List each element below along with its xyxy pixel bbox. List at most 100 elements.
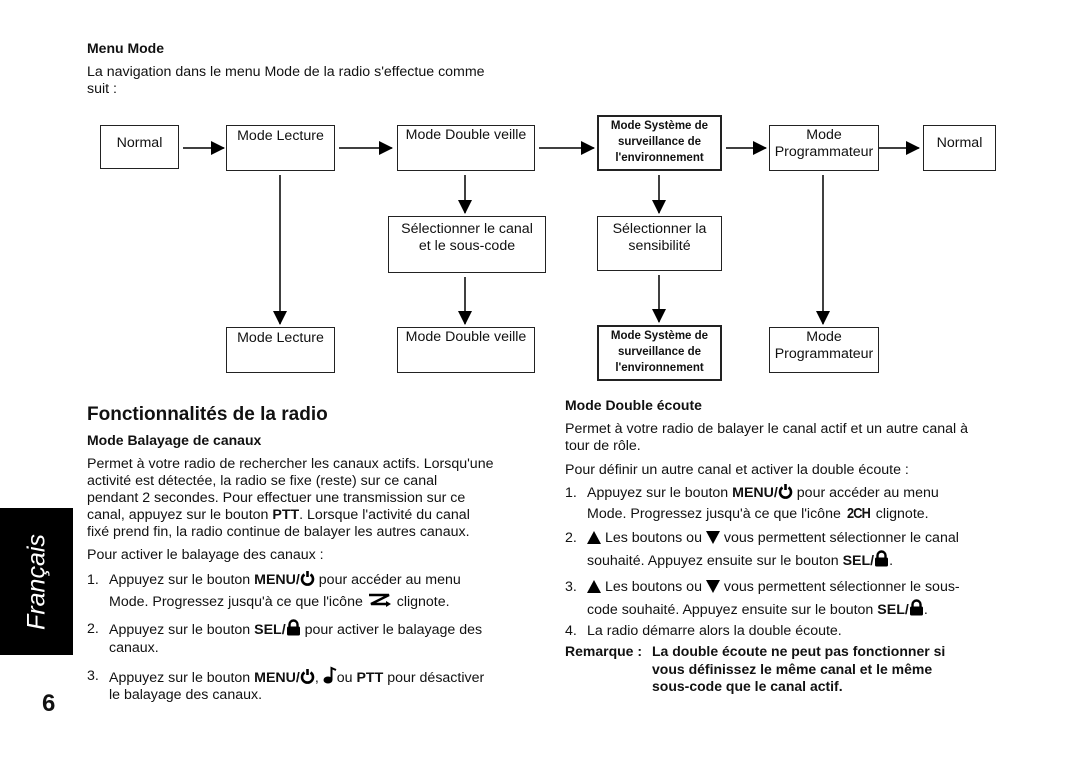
text: vous permettent sélectionner le sous- — [719, 579, 960, 595]
lock-icon — [286, 619, 300, 636]
flow-arrows — [183, 141, 920, 325]
scan-paragraph: Permet à votre radio de rechercher les c… — [87, 456, 493, 541]
text: La radio démarre alors la double écoute. — [587, 623, 842, 639]
box-line: Mode Système de — [610, 120, 709, 132]
step-number: 3. — [565, 579, 577, 595]
scan-step-3: 3. Appuyez sur le bouton MENU/, ou PTT p… — [87, 666, 527, 706]
dual-watch-icon: 2CH — [846, 505, 871, 522]
box-line: Programmateur — [774, 346, 874, 362]
text: Appuyez sur le bouton — [587, 485, 733, 501]
ptt-key: PTT — [356, 670, 384, 686]
power-icon — [778, 484, 793, 499]
box-line: Sélectionner le canal — [401, 221, 533, 237]
up-triangle-icon — [587, 580, 601, 593]
sel-key: SEL/ — [254, 622, 286, 638]
text: le balayage des canaux. — [109, 687, 263, 703]
step-number: 3. — [87, 668, 99, 684]
para-line: fixé prend fin, la radio continue de bal… — [87, 524, 470, 540]
ptt-key: PTT — [272, 507, 300, 523]
box-line: Sélectionner la — [612, 221, 707, 237]
scan-step-1: 1. Appuyez sur le bouton MENU/ pour accé… — [87, 570, 527, 614]
step-number: 2. — [565, 530, 577, 546]
text: clignote. — [871, 506, 929, 522]
text: , — [314, 670, 323, 686]
scan-icon — [368, 593, 391, 607]
box-line: sensibilité — [628, 238, 691, 254]
dual-step-4: 4. La radio démarre alors la double écou… — [565, 621, 1005, 643]
scan-activate-intro: Pour activer le balayage des canaux : — [87, 547, 324, 563]
text: vous permettent sélectionner le canal — [719, 530, 959, 546]
up-triangle-icon — [587, 531, 601, 544]
box-line: surveillance de — [617, 346, 702, 358]
menu-key: MENU/ — [254, 670, 300, 686]
text: Les boutons ou — [601, 530, 706, 546]
dual-step-3: 3. Les boutons ou vous permettent sélect… — [565, 577, 1005, 621]
down-triangle-icon — [705, 580, 720, 593]
text: Mode. Progressez jusqu'à ce que l'icône — [109, 594, 367, 610]
text: . Lorsque l'activité du canal — [299, 507, 470, 523]
down-triangle-icon — [705, 531, 720, 544]
text: canaux. — [109, 640, 159, 656]
step-number: 1. — [87, 572, 99, 588]
text: Les boutons ou — [601, 579, 706, 595]
para-line: pendant 2 secondes. Pour effectuer une t… — [87, 490, 466, 506]
box-mode-programmateur: Mode Programmateur — [769, 125, 879, 171]
text: Appuyez sur le bouton — [109, 670, 255, 686]
box-line: et le sous-code — [418, 238, 516, 254]
text: ou — [336, 670, 357, 686]
box-bottom-programmateur: Mode Programmateur — [769, 327, 879, 373]
dual-heading: Mode Double écoute — [565, 397, 702, 413]
music-note-icon — [323, 666, 337, 684]
power-icon — [300, 571, 315, 586]
power-icon — [300, 669, 315, 684]
features-title: Fonctionnalités de la radio — [87, 404, 328, 425]
lock-icon — [909, 599, 923, 616]
box-line: Programmateur — [774, 144, 874, 160]
text: pour désactiver — [383, 670, 485, 686]
box-mode-double-veille: Mode Double veille — [397, 125, 535, 171]
box-mode-lecture: Mode Lecture — [226, 125, 335, 171]
text: Appuyez sur le bouton — [109, 572, 255, 588]
box-normal-end: Normal — [923, 125, 996, 171]
dual-step-2: 2. Les boutons ou vous permettent sélect… — [565, 528, 1005, 572]
text: pour accéder au menu — [792, 485, 939, 501]
dual-step-1: 1. Appuyez sur le bouton MENU/ pour accé… — [565, 483, 1005, 527]
text: code souhaité. Appuyez ensuite sur le bo… — [587, 602, 878, 618]
text: canal, appuyez sur le bouton — [87, 507, 273, 523]
text: pour accéder au menu — [314, 572, 461, 588]
text: . — [889, 553, 894, 569]
dual-intro: Pour définir un autre canal et activer l… — [565, 462, 909, 478]
box-bottom-double-veille: Mode Double veille — [397, 327, 535, 373]
dual-paragraph: Permet à votre radio de balayer le canal… — [565, 421, 968, 455]
box-line: l'environnement — [615, 152, 704, 164]
para-line: activité est détectée, la radio se fixe … — [87, 473, 438, 489]
para-line: Permet à votre radio de rechercher les c… — [87, 456, 494, 472]
box-bottom-surveillance: Mode Système de surveillance de l'enviro… — [597, 325, 722, 381]
menu-key: MENU/ — [732, 485, 778, 501]
box-line: Mode — [806, 329, 842, 345]
box-normal-start: Normal — [100, 125, 179, 169]
text: clignote. — [392, 594, 450, 610]
menu-key: MENU/ — [254, 572, 300, 588]
box-line: l'environnement — [615, 362, 704, 374]
para-line: tour de rôle. — [565, 438, 641, 454]
note-label: Remarque : — [565, 643, 643, 659]
text: Mode. Progressez jusqu'à ce que l'icône — [587, 506, 845, 522]
box-line: surveillance de — [617, 136, 702, 148]
note-line: La double écoute ne peut pas fonctionner… — [652, 643, 946, 659]
step-number: 2. — [87, 621, 99, 637]
step-number: 1. — [565, 485, 577, 501]
language-label: Français — [22, 533, 50, 630]
box-mode-surveillance: Mode Système de surveillance de l'enviro… — [597, 115, 722, 171]
text: pour activer le balayage des — [300, 622, 483, 638]
box-select-channel: Sélectionner le canal et le sous-code — [388, 216, 546, 273]
language-tab: Français — [0, 508, 73, 655]
scan-heading: Mode Balayage de canaux — [87, 432, 262, 448]
step-number: 4. — [565, 623, 577, 639]
para-line: Permet à votre radio de balayer le canal… — [565, 421, 968, 437]
para-line: canal, appuyez sur le bouton PTT. Lorsqu… — [87, 507, 493, 524]
text: Appuyez sur le bouton — [109, 622, 255, 638]
note-line: sous-code que le canal actif. — [652, 678, 843, 694]
scan-step-2: 2. Appuyez sur le bouton SEL/ pour activ… — [87, 619, 527, 659]
sel-key: SEL/ — [877, 602, 909, 618]
